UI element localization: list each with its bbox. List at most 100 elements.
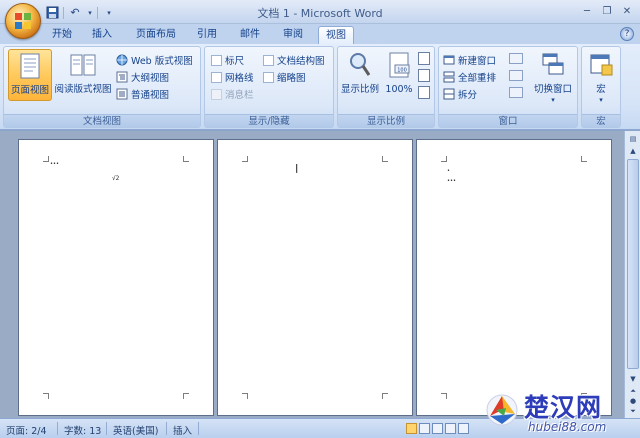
- gridlines-label: 网格线: [225, 73, 254, 84]
- one-page-icon[interactable]: [418, 52, 430, 65]
- ruler-checkbox[interactable]: 标尺: [211, 52, 244, 68]
- doc-map-checkbox[interactable]: 文档结构图: [263, 52, 325, 68]
- page-corner-mark: [382, 156, 388, 162]
- scrollbar-thumb[interactable]: [627, 159, 639, 369]
- document-area[interactable]: ••• √2 | • •••: [0, 131, 624, 418]
- reading-view-icon[interactable]: [419, 423, 430, 434]
- title-bar: ↶ ▾ ▾ 文档 1 - Microsoft Word ─ ❐ ✕: [0, 0, 640, 24]
- print-layout-label: 页面视图: [10, 85, 49, 96]
- draft-icon: [116, 88, 128, 100]
- site-watermark: 楚汉网 hubei88.com: [480, 386, 640, 438]
- view-side-by-side-icon[interactable]: [509, 53, 523, 64]
- group-macros: 宏 ▾ 宏: [581, 46, 621, 128]
- vertical-scrollbar[interactable]: ▤ ▲ ▼ ⏶ ● ⏷: [624, 131, 640, 418]
- page-text-snippet: •••: [50, 161, 60, 167]
- print-layout-icon: [20, 53, 40, 79]
- web-layout-button[interactable]: Web 版式视图: [116, 52, 193, 68]
- ruler-label: 标尺: [225, 56, 245, 67]
- new-window-button[interactable]: 新建窗口: [443, 52, 496, 68]
- outline-view-button[interactable]: 大纲视图: [116, 69, 169, 85]
- outline-view-icon[interactable]: [445, 423, 456, 434]
- restore-icon[interactable]: ❐: [598, 3, 616, 19]
- page-text-snippet: •••: [447, 178, 457, 184]
- page-width-icon[interactable]: [418, 86, 430, 99]
- web-layout-label: Web 版式视图: [131, 56, 193, 67]
- two-pages-icon[interactable]: [418, 69, 430, 82]
- macros-button[interactable]: 宏 ▾: [584, 49, 618, 104]
- scroll-up-icon[interactable]: ▲: [626, 145, 640, 157]
- switch-windows-button[interactable]: 切换窗口 ▾: [531, 49, 575, 104]
- tab-references[interactable]: 引用: [190, 26, 224, 44]
- arrange-all-icon: [443, 71, 455, 83]
- tab-view[interactable]: 视图: [318, 26, 354, 44]
- tab-home[interactable]: 开始: [44, 26, 80, 44]
- document-page-2[interactable]: |: [217, 139, 413, 416]
- gridlines-checkbox[interactable]: 网格线: [211, 69, 254, 85]
- synchronous-scrolling-icon[interactable]: [509, 70, 523, 81]
- split-button[interactable]: 拆分: [443, 86, 477, 102]
- arrange-all-button[interactable]: 全部重排: [443, 69, 496, 85]
- status-page[interactable]: 页面: 2/4: [6, 423, 47, 437]
- tab-insert[interactable]: 插入: [84, 26, 120, 44]
- print-layout-button[interactable]: 页面视图: [8, 49, 52, 101]
- draft-view-label: 普通视图: [131, 90, 170, 101]
- close-icon[interactable]: ✕: [618, 3, 636, 19]
- thumbnails-label: 缩略图: [277, 73, 306, 84]
- ruler-check-box[interactable]: [211, 54, 222, 66]
- page-100-icon: 100: [389, 52, 410, 78]
- text-cursor: |: [294, 164, 300, 174]
- draft-view-icon[interactable]: [458, 423, 469, 434]
- tab-mailings[interactable]: 邮件: [232, 26, 268, 44]
- page-corner-mark: [242, 393, 248, 399]
- page-corner-mark: [43, 393, 49, 399]
- watermark-site-url: hubei88.com: [528, 420, 607, 434]
- web-view-icon[interactable]: [432, 423, 443, 434]
- watermark-site-name: 楚汉网: [524, 393, 603, 422]
- scroll-down-icon[interactable]: ▼: [626, 373, 640, 385]
- doc-map-check-box[interactable]: [263, 54, 274, 66]
- tab-review[interactable]: 审阅: [274, 26, 312, 44]
- reset-window-position-icon[interactable]: [509, 87, 523, 98]
- page-corner-mark: [183, 156, 189, 162]
- site-logo-icon: [486, 394, 518, 426]
- status-word-count[interactable]: 字数: 13: [64, 423, 101, 437]
- new-window-label: 新建窗口: [458, 56, 497, 67]
- gridlines-check-box[interactable]: [211, 71, 222, 83]
- macros-label: 宏: [596, 84, 606, 95]
- page-corner-mark: [581, 156, 587, 162]
- magnifier-icon: [350, 53, 371, 76]
- status-separator: [198, 422, 199, 435]
- status-insert-mode[interactable]: 插入: [173, 423, 192, 437]
- zoom-label: 显示比例: [340, 84, 379, 95]
- print-layout-view-icon[interactable]: [406, 423, 417, 434]
- draft-view-button[interactable]: 普通视图: [116, 86, 169, 102]
- page-text-snippet: √2: [112, 175, 120, 182]
- globe-icon: [116, 54, 128, 66]
- office-button[interactable]: [5, 3, 41, 39]
- document-page-3[interactable]: • •••: [416, 139, 612, 416]
- ruler-toggle-icon[interactable]: ▤: [626, 133, 640, 145]
- thumbnails-check-box[interactable]: [263, 71, 274, 83]
- minimize-icon[interactable]: ─: [578, 3, 596, 19]
- zoom-button[interactable]: 显示比例: [340, 49, 380, 101]
- switch-windows-icon: [542, 53, 564, 75]
- group-zoom: 显示比例 100 100% 显示比例: [337, 46, 435, 128]
- ribbon: 页面视图 阅读版式视图 Web 版式视图 大纲视图 普通视图 文档视图 标尺 网…: [0, 44, 640, 130]
- message-bar-checkbox[interactable]: 消息栏: [211, 86, 254, 102]
- document-page-1[interactable]: ••• √2: [18, 139, 214, 416]
- split-label: 拆分: [458, 90, 478, 101]
- tab-page-layout[interactable]: 页面布局: [128, 26, 184, 44]
- status-separator: [106, 422, 107, 435]
- status-separator: [57, 422, 58, 435]
- outline-icon: [116, 71, 128, 83]
- help-icon[interactable]: ?: [620, 27, 634, 41]
- thumbnails-checkbox[interactable]: 缩略图: [263, 69, 306, 85]
- reading-layout-button[interactable]: 阅读版式视图: [54, 49, 112, 101]
- status-separator: [166, 422, 167, 435]
- reading-layout-label: 阅读版式视图: [54, 84, 112, 95]
- group-window: 新建窗口 全部重排 拆分 切换窗口 ▾ 窗口: [438, 46, 578, 128]
- message-bar-check-box[interactable]: [211, 88, 222, 100]
- window-title: 文档 1 - Microsoft Word: [257, 7, 383, 20]
- zoom-100-button[interactable]: 100 100%: [382, 49, 416, 101]
- status-language[interactable]: 英语(美国): [113, 423, 158, 437]
